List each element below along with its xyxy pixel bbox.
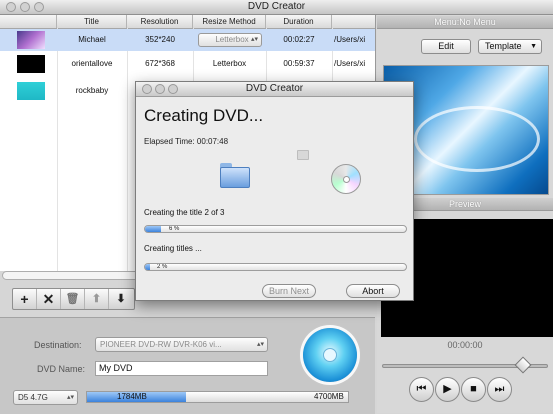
elapsed-time: Elapsed Time: 00:07:48 [144,137,229,146]
title-progress-text: 6 % [169,226,180,232]
column-path[interactable] [332,15,375,28]
video-thumbnail [17,31,45,49]
minimize-window-button[interactable] [20,2,30,12]
template-select[interactable]: Template ▼ [478,39,542,54]
row-title: rockbaby [75,86,109,95]
row-duration: 00:59:37 [283,59,315,68]
destination-value: PIONEER DVD-RW DVR-K06 vi... [100,340,222,349]
document-icon [297,150,309,160]
column-thumbnail[interactable] [0,15,57,28]
arrow-down-icon[interactable]: ⬇ [109,289,133,309]
disc-type-select[interactable]: D5 4.7G ▴▾ [13,390,78,405]
zoom-window-button[interactable] [34,2,44,12]
resize-method-select[interactable]: Letterbox ▴▾ [195,29,264,51]
overall-progress-fill [145,264,151,270]
menu-header: Menu:No Menu [377,16,553,29]
x-icon[interactable]: ✕ [37,289,61,309]
close-window-button[interactable] [6,2,16,12]
folder-icon [220,163,250,188]
previous-icon[interactable]: ⏮ [409,377,434,402]
table-header: Title Resolution Resize Method Duration [0,15,375,29]
column-resolution[interactable]: Resolution [127,15,193,28]
seek-slider-knob[interactable] [514,356,532,374]
row-title: Michael [78,35,106,44]
disc-hub [323,348,337,362]
trash-icon[interactable]: 🗑 [61,289,85,309]
play-icon[interactable]: ▶ [435,377,460,402]
status-titles: Creating titles ... [144,244,202,253]
arrow-up-icon[interactable]: ⬆ [85,289,109,309]
row-duration: 00:02:27 [283,35,315,44]
dialog-title: DVD Creator [245,83,304,94]
popup-arrows-icon: ▴▾ [250,36,258,43]
title-toolbar: + ✕ 🗑 ⬆ ⬇ [12,288,135,310]
plus-icon[interactable]: + [13,289,37,309]
column-duration[interactable]: Duration [266,15,332,28]
output-settings-panel: Destination: PIONEER DVD-RW DVR-K06 vi..… [0,317,375,414]
row-path: /Users/xi [334,35,366,44]
popup-arrows-icon: ▴▾ [66,394,74,401]
dialog-heading: Creating DVD... [144,106,264,125]
row-resize-method: Letterbox [212,59,247,68]
dialog-title-bar: DVD Creator [136,82,413,97]
row-title: orientallove [71,59,113,68]
row-resolution: 672*368 [145,59,175,68]
overall-progress-bar: 2 % [144,263,407,271]
table-row[interactable]: Michael 352*240 Letterbox ▴▾ 00:02:27 /U… [0,29,375,51]
table-row[interactable]: orientallove 672*368 Letterbox 00:59:37 … [0,53,375,75]
template-label: Template [485,41,522,51]
row-resolution: 352*240 [145,35,175,44]
dialog-close-button[interactable] [142,84,152,94]
overall-progress-text: 2 % [157,264,168,270]
dialog-zoom-button[interactable] [168,84,178,94]
dvd-name-label: DVD Name: [37,364,86,374]
dvd-name-field[interactable]: My DVD [95,361,268,376]
edit-button[interactable]: Edit [421,39,471,54]
timecode-display: 00:00:00 [447,340,483,350]
cd-icon [331,164,361,194]
disc-type-value: D5 4.7G [18,393,48,402]
dialog-minimize-button[interactable] [155,84,165,94]
title-progress-fill [145,226,161,232]
video-thumbnail [17,82,45,100]
abort-button[interactable]: Abort [346,284,400,298]
wave-decoration [414,106,540,172]
capacity-label: 4700MB [314,392,344,401]
stop-icon[interactable]: ■ [461,377,486,402]
destination-select[interactable]: PIONEER DVD-RW DVR-K06 vi... ▴▾ [95,337,268,352]
used-size-label: 1784MB [117,392,147,401]
video-thumbnail [17,55,45,73]
title-bar: DVD Creator [0,0,553,15]
popup-arrows-icon: ▴▾ [256,341,264,348]
column-resize-method[interactable]: Resize Method [193,15,266,28]
burn-disc-icon[interactable] [303,328,357,382]
disc-capacity-bar: 1784MB 4700MB [86,391,349,403]
destination-label: Destination: [34,340,82,350]
next-icon[interactable]: ⏭ [487,377,512,402]
title-progress-bar: 6 % [144,225,407,233]
burn-next-button[interactable]: Burn Next [262,284,316,298]
status-title-progress: Creating the title 2 of 3 [144,208,225,217]
progress-dialog: DVD Creator Creating DVD... Elapsed Time… [135,81,414,301]
resize-method-popup[interactable]: Letterbox ▴▾ [198,33,262,47]
resize-method-value: Letterbox [215,35,249,44]
chevron-down-icon: ▼ [530,43,537,50]
window-title: DVD Creator [247,1,306,12]
row-path: /Users/xi [334,59,366,68]
column-title[interactable]: Title [57,15,127,28]
